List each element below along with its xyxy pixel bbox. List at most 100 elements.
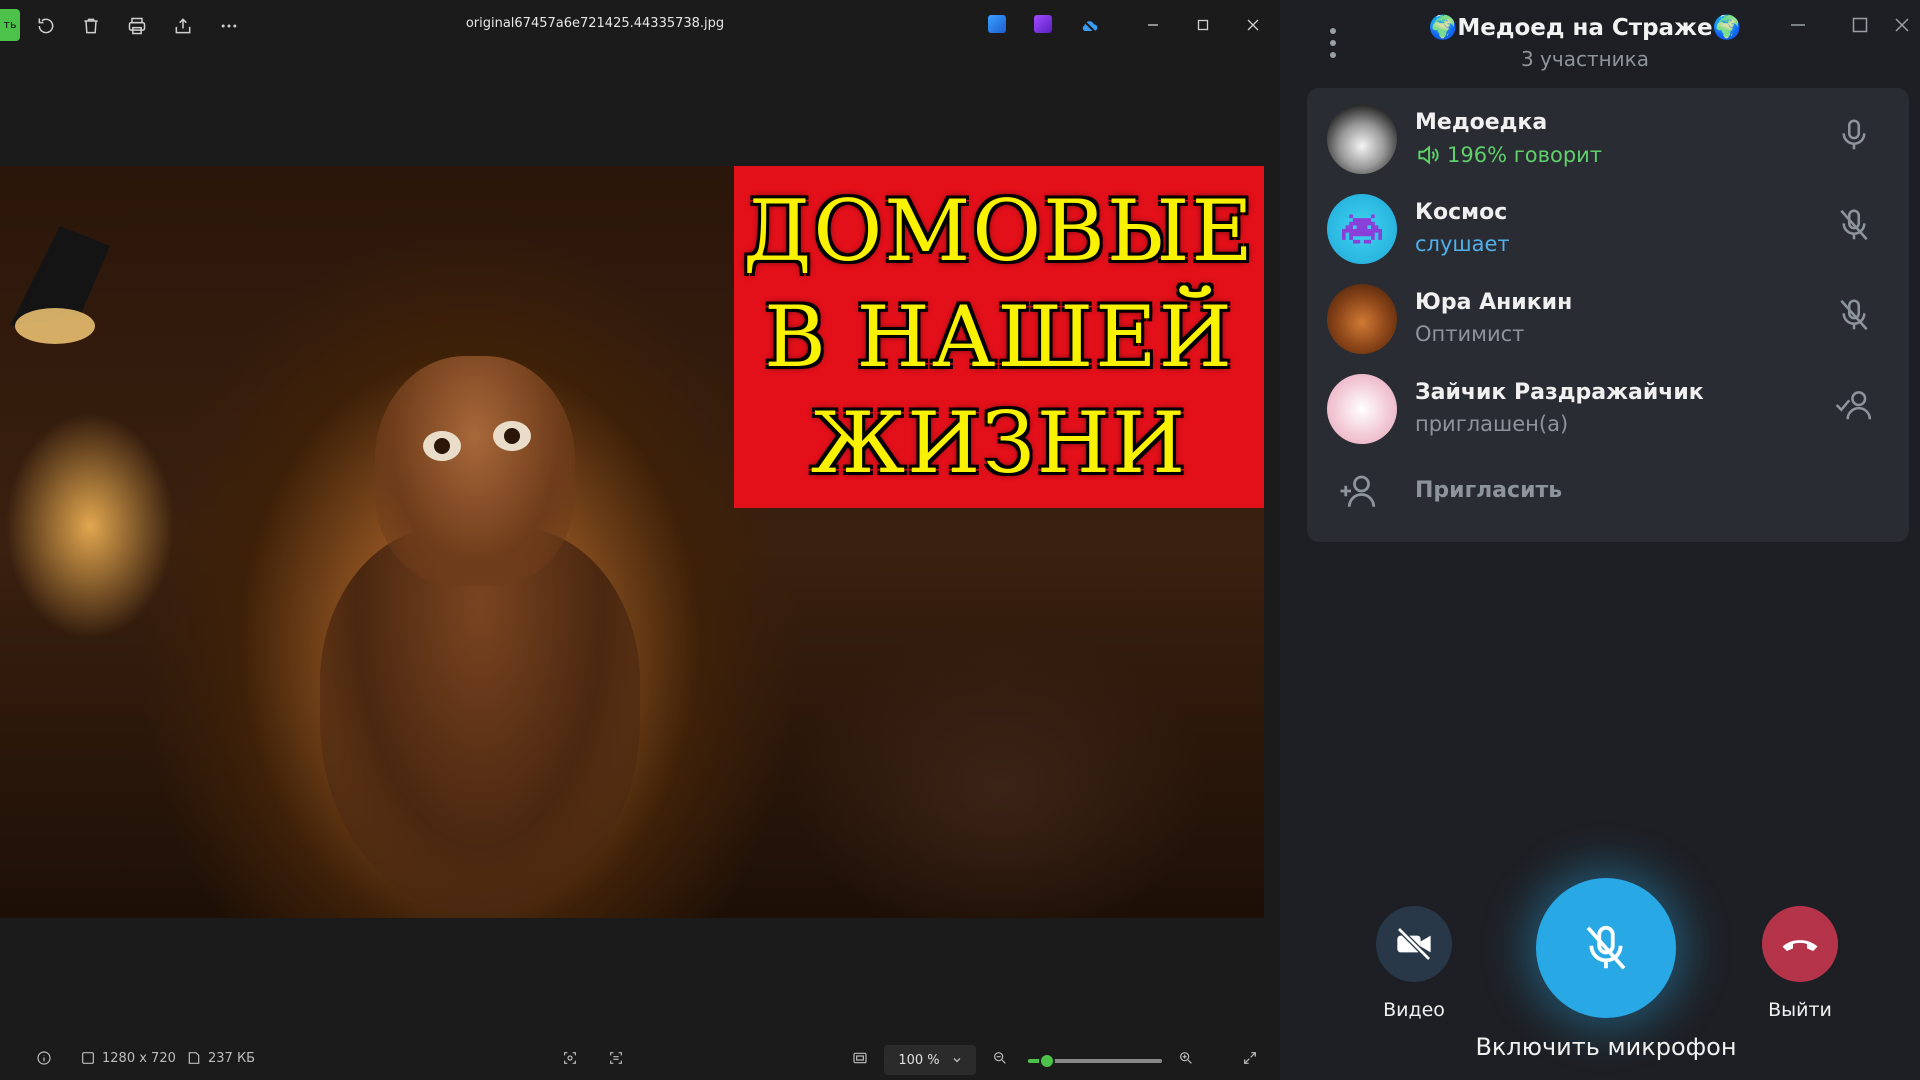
more-button[interactable] xyxy=(215,12,243,40)
info-button[interactable] xyxy=(36,1050,52,1066)
maximize-button[interactable] xyxy=(1188,12,1218,38)
filesize-icon xyxy=(188,1052,200,1064)
image-title-line-1: ДОМОВЫЕ xyxy=(743,182,1255,280)
photo-viewer-window: ть original67457a6e721425.44335738.jpg Д… xyxy=(0,0,1280,1080)
participant-name: Зайчик Раздражайчик xyxy=(1415,380,1704,405)
voice-chat-window: 🌍Медоед на Страже🌍 3 участника Медоедка … xyxy=(1280,0,1920,1080)
zoom-level-dropdown[interactable]: 100 % xyxy=(884,1045,976,1075)
delete-button[interactable] xyxy=(77,12,105,40)
participant-status-text: 196% говорит xyxy=(1447,143,1603,167)
cloud-off-icon xyxy=(1080,17,1098,35)
fullscreen-icon xyxy=(1244,1052,1256,1064)
participant-status-text: Оптимист xyxy=(1415,322,1525,346)
space-invader-icon xyxy=(1342,214,1382,244)
image-icon[interactable] xyxy=(1034,15,1052,33)
face-detect-icon xyxy=(564,1052,576,1064)
image-dimensions: 1280 x 720 xyxy=(80,1050,176,1066)
dimensions-icon xyxy=(82,1052,94,1064)
zoom-in-icon xyxy=(1180,1052,1192,1064)
participant-status: 196% говорит xyxy=(1415,142,1602,168)
edit-tab[interactable]: ть xyxy=(0,9,20,41)
minimize-button[interactable] xyxy=(1138,12,1168,38)
participant-row[interactable]: Медоедка 196% говорит xyxy=(1307,88,1909,178)
rotate-icon xyxy=(38,18,54,34)
close-button[interactable] xyxy=(1238,12,1268,38)
chevron-down-icon xyxy=(953,1058,961,1063)
avatar xyxy=(1327,194,1397,264)
microphone-off-icon xyxy=(1586,925,1626,970)
image-title-line-2: В НАШЕЙ xyxy=(764,288,1234,386)
participant-row[interactable]: Зайчик Раздражайчик приглашен(а) xyxy=(1307,358,1909,448)
user-check-icon xyxy=(1835,391,1872,420)
scan-button[interactable] xyxy=(608,1050,624,1066)
participant-mic-status xyxy=(1835,206,1873,244)
info-icon xyxy=(37,1051,51,1065)
close-icon xyxy=(1895,18,1909,32)
dimensions-text: 1280 x 720 xyxy=(102,1050,176,1066)
menu-dots-icon[interactable] xyxy=(1328,26,1338,60)
microphone-toggle-button[interactable] xyxy=(1536,878,1676,1018)
participant-count: 3 участника xyxy=(1520,47,1650,71)
fit-screen-icon xyxy=(853,1052,867,1064)
displayed-image: ДОМОВЫЕ В НАШЕЙ ЖИЗНИ xyxy=(0,166,1264,918)
file-name: original67457a6e721425.44335738.jpg xyxy=(465,16,725,31)
trash-icon xyxy=(84,18,98,34)
video-label: Видео xyxy=(1383,999,1445,1021)
video-off-icon xyxy=(1397,927,1431,961)
maximize-icon xyxy=(1852,17,1868,33)
edit-icon[interactable] xyxy=(988,15,1006,33)
call-minimize-button[interactable] xyxy=(1780,10,1816,40)
viewer-statusbar: 1280 x 720 237 КБ 100 % xyxy=(0,1040,1280,1080)
share-icon xyxy=(175,18,191,34)
zoom-out-icon xyxy=(994,1052,1006,1064)
participant-status-text: слушает xyxy=(1415,232,1510,256)
participant-name: Медоедка xyxy=(1415,110,1548,135)
lamp-illustration xyxy=(10,226,110,344)
participant-name: Космос xyxy=(1415,200,1508,225)
face-detect-button[interactable] xyxy=(562,1050,578,1066)
participant-mic-status xyxy=(1835,116,1873,154)
phone-hangup-icon xyxy=(1782,940,1818,951)
participant-status-text: приглашен(а) xyxy=(1415,412,1569,436)
onedrive-button[interactable] xyxy=(1075,12,1103,40)
microphone-off-icon xyxy=(1840,299,1868,331)
share-button[interactable] xyxy=(169,12,197,40)
participant-row[interactable]: Космос слушает xyxy=(1307,178,1909,268)
speaker-icon xyxy=(1418,145,1439,165)
creature-face xyxy=(375,356,575,586)
minimize-icon xyxy=(1148,24,1158,26)
viewer-toolbar: ть original67457a6e721425.44335738.jpg xyxy=(0,0,1280,50)
leave-call-button[interactable] xyxy=(1762,906,1838,982)
add-user-icon xyxy=(1340,475,1376,507)
zoom-slider[interactable] xyxy=(1028,1053,1162,1069)
call-close-button[interactable] xyxy=(1884,10,1920,40)
image-title-banner: ДОМОВЫЕ В НАШЕЙ ЖИЗНИ xyxy=(734,166,1264,508)
video-button[interactable] xyxy=(1376,906,1452,982)
microphone-label: Включить микрофон xyxy=(1475,1033,1737,1061)
zoom-in-button[interactable] xyxy=(1178,1050,1194,1066)
more-icon xyxy=(221,24,237,28)
invite-button[interactable]: Пригласить xyxy=(1307,456,1909,526)
filesize-text: 237 КБ xyxy=(208,1050,256,1066)
zoom-level-text: 100 % xyxy=(898,1052,940,1068)
fit-screen-button[interactable] xyxy=(852,1050,868,1066)
call-maximize-button[interactable] xyxy=(1842,10,1878,40)
participant-mic-status xyxy=(1835,296,1873,334)
chat-title: 🌍Медоед на Страже🌍 xyxy=(1428,15,1742,41)
rotate-button[interactable] xyxy=(32,12,60,40)
invite-label: Пригласить xyxy=(1415,478,1563,503)
creature-eye-right xyxy=(493,421,531,451)
scan-icon xyxy=(610,1052,622,1064)
avatar xyxy=(1327,374,1397,444)
avatar xyxy=(1327,284,1397,354)
creature-eye-left xyxy=(423,431,461,461)
microphone-off-icon xyxy=(1840,209,1868,241)
avatar xyxy=(1327,104,1397,174)
print-button[interactable] xyxy=(123,12,151,40)
leave-label: Выйти xyxy=(1768,999,1832,1021)
fullscreen-button[interactable] xyxy=(1242,1050,1258,1066)
image-title-line-3: ЖИЗНИ xyxy=(810,394,1188,492)
zoom-slider-thumb[interactable] xyxy=(1038,1053,1055,1069)
participant-row[interactable]: Юра Аникин Оптимист xyxy=(1307,268,1909,358)
zoom-out-button[interactable] xyxy=(992,1050,1008,1066)
